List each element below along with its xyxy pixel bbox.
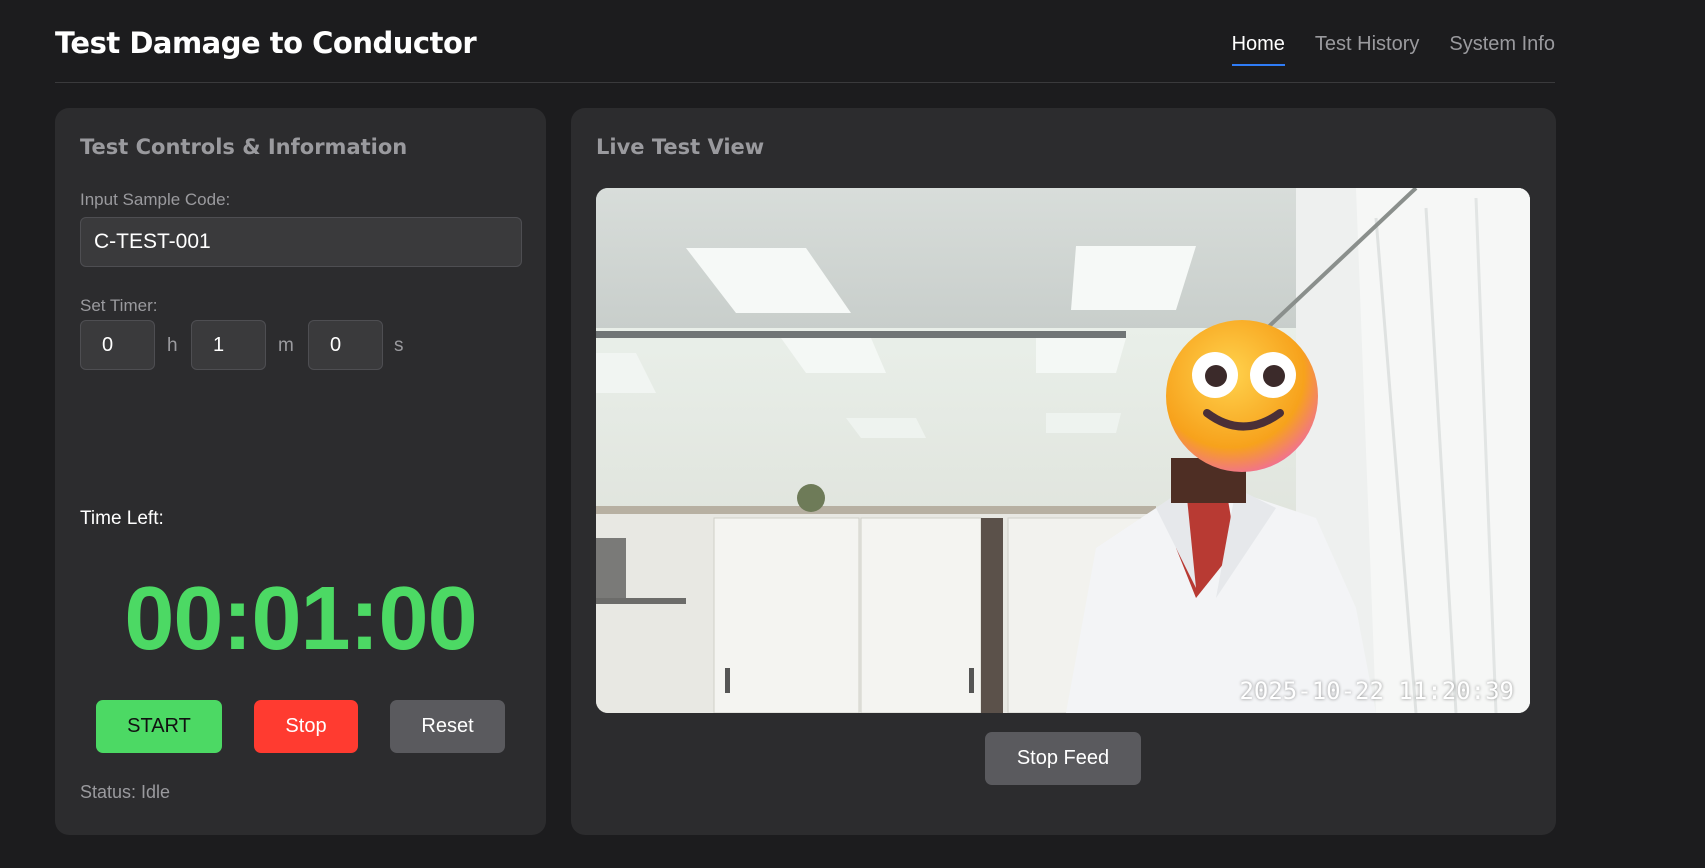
test-controls-panel: Test Controls & Information Input Sample… (55, 108, 546, 835)
app-title: Test Damage to Conductor (55, 26, 477, 60)
minutes-input[interactable] (191, 320, 266, 370)
controls-panel-title: Test Controls & Information (80, 135, 408, 159)
minutes-unit: m (278, 335, 294, 356)
start-button[interactable]: START (96, 700, 222, 753)
nav-home[interactable]: Home (1231, 33, 1285, 66)
seconds-unit: s (394, 335, 404, 356)
hours-unit: h (167, 335, 178, 356)
live-panel-title: Live Test View (596, 135, 765, 159)
countdown-display: 00:01:00 (124, 569, 477, 669)
camera-scene (596, 188, 1530, 713)
nav-test-history[interactable]: Test History (1315, 33, 1419, 66)
stop-button[interactable]: Stop (254, 700, 358, 753)
sample-code-label: Input Sample Code: (80, 190, 231, 209)
video-timestamp: 2025-10-22 11:20:39 (1239, 677, 1514, 705)
smiling-face-emoji-icon (1166, 320, 1318, 472)
nav-bar: Home Test History System Info (1231, 33, 1555, 66)
time-left-label: Time Left: (80, 508, 164, 529)
nav-system-info[interactable]: System Info (1449, 33, 1555, 66)
status-text: Status: Idle (80, 782, 171, 802)
sample-code-input[interactable] (80, 217, 522, 267)
live-video-feed: 2025-10-22 11:20:39 (596, 188, 1530, 713)
set-timer-label: Set Timer: (80, 296, 158, 315)
hours-input[interactable] (80, 320, 155, 370)
app-header: Test Damage to Conductor Home Test Histo… (55, 0, 1555, 83)
seconds-input[interactable] (308, 320, 383, 370)
stop-feed-button[interactable]: Stop Feed (985, 732, 1141, 785)
reset-button[interactable]: Reset (390, 700, 505, 753)
live-test-panel: Live Test View 2025-10-22 11:20:39 Stop … (571, 108, 1556, 835)
